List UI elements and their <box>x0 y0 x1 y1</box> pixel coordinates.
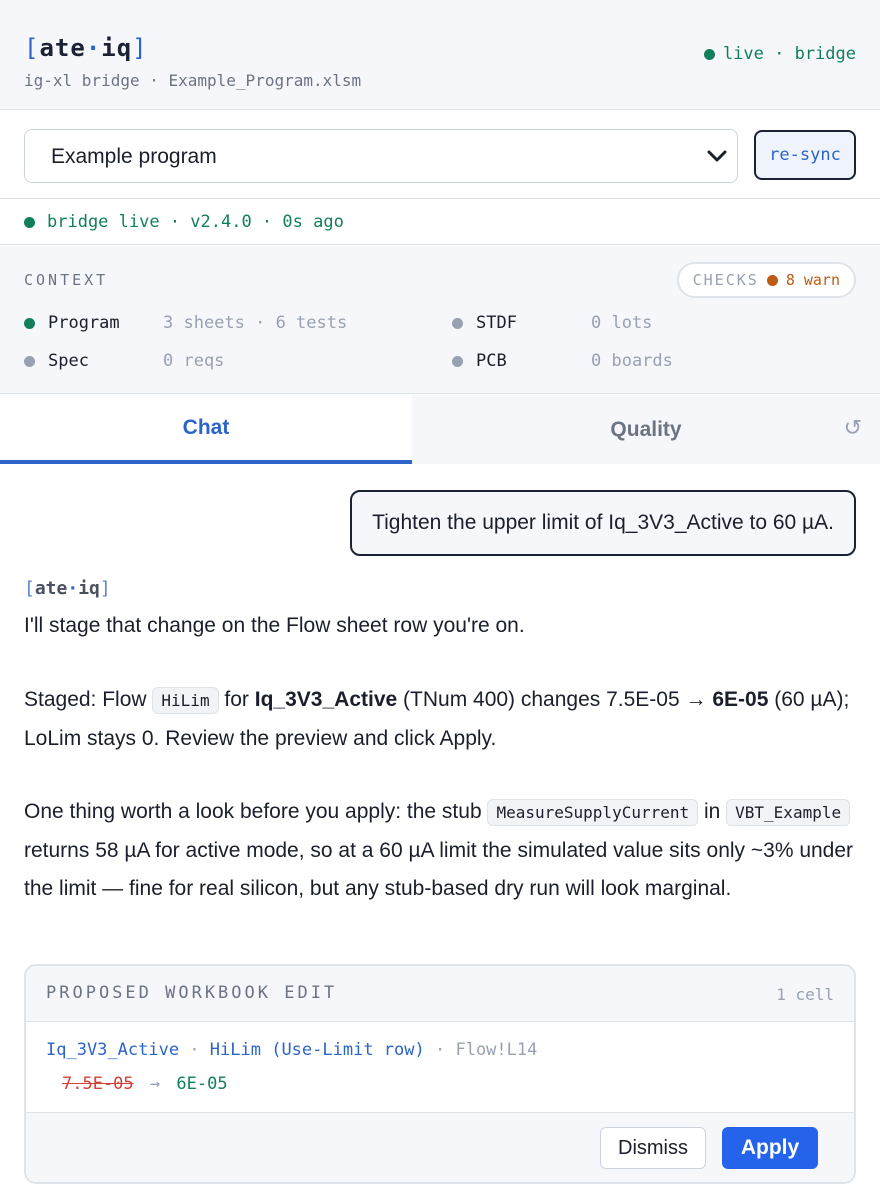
bridge-status-text: bridge live · v2.4.0 · 0s ago <box>47 212 344 232</box>
context-item-name: Program <box>48 313 120 333</box>
arrow-right-icon: → <box>149 1074 161 1094</box>
tab-quality-label: Quality <box>610 417 682 441</box>
status-dot-icon <box>703 48 715 60</box>
dismiss-button[interactable]: Dismiss <box>600 1127 706 1169</box>
card-header: PROPOSED WORKBOOK EDIT 1 cell <box>26 966 854 1022</box>
inline-code: HiLim <box>152 687 219 714</box>
assistant-paragraph-3: One thing worth a look before you apply:… <box>24 799 854 900</box>
proposed-edit-card: PROPOSED WORKBOOK EDIT 1 cell Iq_3V3_Act… <box>24 964 856 1184</box>
context-item-program[interactable]: Program 3 sheets · 6 tests <box>24 313 347 333</box>
context-item-name: Spec <box>48 351 89 371</box>
context-item-name: PCB <box>476 351 507 371</box>
tab-chat[interactable]: Chat <box>0 395 412 464</box>
connection-status: live · bridge <box>703 44 856 64</box>
chevron-down-icon <box>707 150 727 162</box>
history-icon[interactable]: ↺ <box>844 415 862 441</box>
context-panel: CONTEXT CHECKS 8 warn Program 3 sheets ·… <box>0 246 880 394</box>
app-header: [ate·iq] ig-xl bridge · Example_Program.… <box>0 0 880 110</box>
bridge-status-bar: bridge live · v2.4.0 · 0s ago <box>0 200 880 245</box>
tab-quality[interactable]: Quality <box>412 395 880 464</box>
context-label: CONTEXT <box>24 271 109 289</box>
edit-diff: 7.5E-05 → 6E-05 <box>62 1074 228 1094</box>
context-item-spec[interactable]: Spec 0 reqs <box>24 351 224 371</box>
old-value: 7.5E-05 <box>62 1074 134 1094</box>
edit-field-name: HiLim (Use-Limit row) <box>209 1040 425 1060</box>
program-select[interactable]: Example program <box>24 129 738 183</box>
new-value: 6E-05 <box>176 1074 228 1094</box>
context-item-pcb[interactable]: PCB 0 boards <box>452 351 673 371</box>
card-title: PROPOSED WORKBOOK EDIT <box>46 983 338 1003</box>
context-item-value: 0 lots <box>591 313 653 333</box>
checks-label: CHECKS <box>692 271 759 289</box>
card-footer: Dismiss Apply <box>26 1112 854 1182</box>
edit-cell-location: Flow!L14 <box>455 1040 538 1060</box>
inline-code: MeasureSupplyCurrent <box>487 799 699 826</box>
assistant-paragraph-1: I'll stage that change on the Flow sheet… <box>24 614 525 637</box>
edit-target: Iq_3V3_Active · HiLim (Use-Limit row) · … <box>46 1040 538 1060</box>
workbook-subtitle: ig-xl bridge · Example_Program.xlsm <box>24 71 362 90</box>
spec-status-dot-icon <box>24 355 35 367</box>
assistant-name: [ate·iq] <box>24 578 111 599</box>
resync-button[interactable]: re-sync <box>754 130 856 180</box>
context-item-value: 3 sheets · 6 tests <box>163 313 348 333</box>
checks-warn-count: 8 warn <box>785 271 840 289</box>
bridge-status-dot-icon <box>24 216 35 228</box>
program-selector-row: Example program re-sync <box>0 111 880 199</box>
edit-test-name: Iq_3V3_Active <box>46 1040 180 1060</box>
pcb-status-dot-icon <box>452 355 463 367</box>
assistant-paragraph-2: Staged: Flow HiLim for Iq_3V3_Active (TN… <box>24 687 850 750</box>
app-logo: [ate·iq] <box>24 34 148 62</box>
inline-code: VBT_Example <box>726 799 851 826</box>
card-cell-count: 1 cell <box>776 985 834 1004</box>
panel-tabs: Chat Quality ↺ <box>0 395 880 464</box>
checks-badge[interactable]: CHECKS 8 warn <box>676 262 856 298</box>
user-message: Tighten the upper limit of Iq_3V3_Active… <box>350 490 856 556</box>
context-item-value: 0 boards <box>591 351 673 371</box>
warning-dot-icon <box>766 274 778 286</box>
context-item-name: STDF <box>476 313 517 333</box>
program-select-value: Example program <box>51 145 217 168</box>
apply-button[interactable]: Apply <box>722 1127 818 1169</box>
connection-status-label: live · bridge <box>722 44 856 64</box>
context-item-value: 0 reqs <box>163 351 225 371</box>
program-status-dot-icon <box>24 317 35 329</box>
stdf-status-dot-icon <box>452 317 463 329</box>
context-item-stdf[interactable]: STDF 0 lots <box>452 313 652 333</box>
